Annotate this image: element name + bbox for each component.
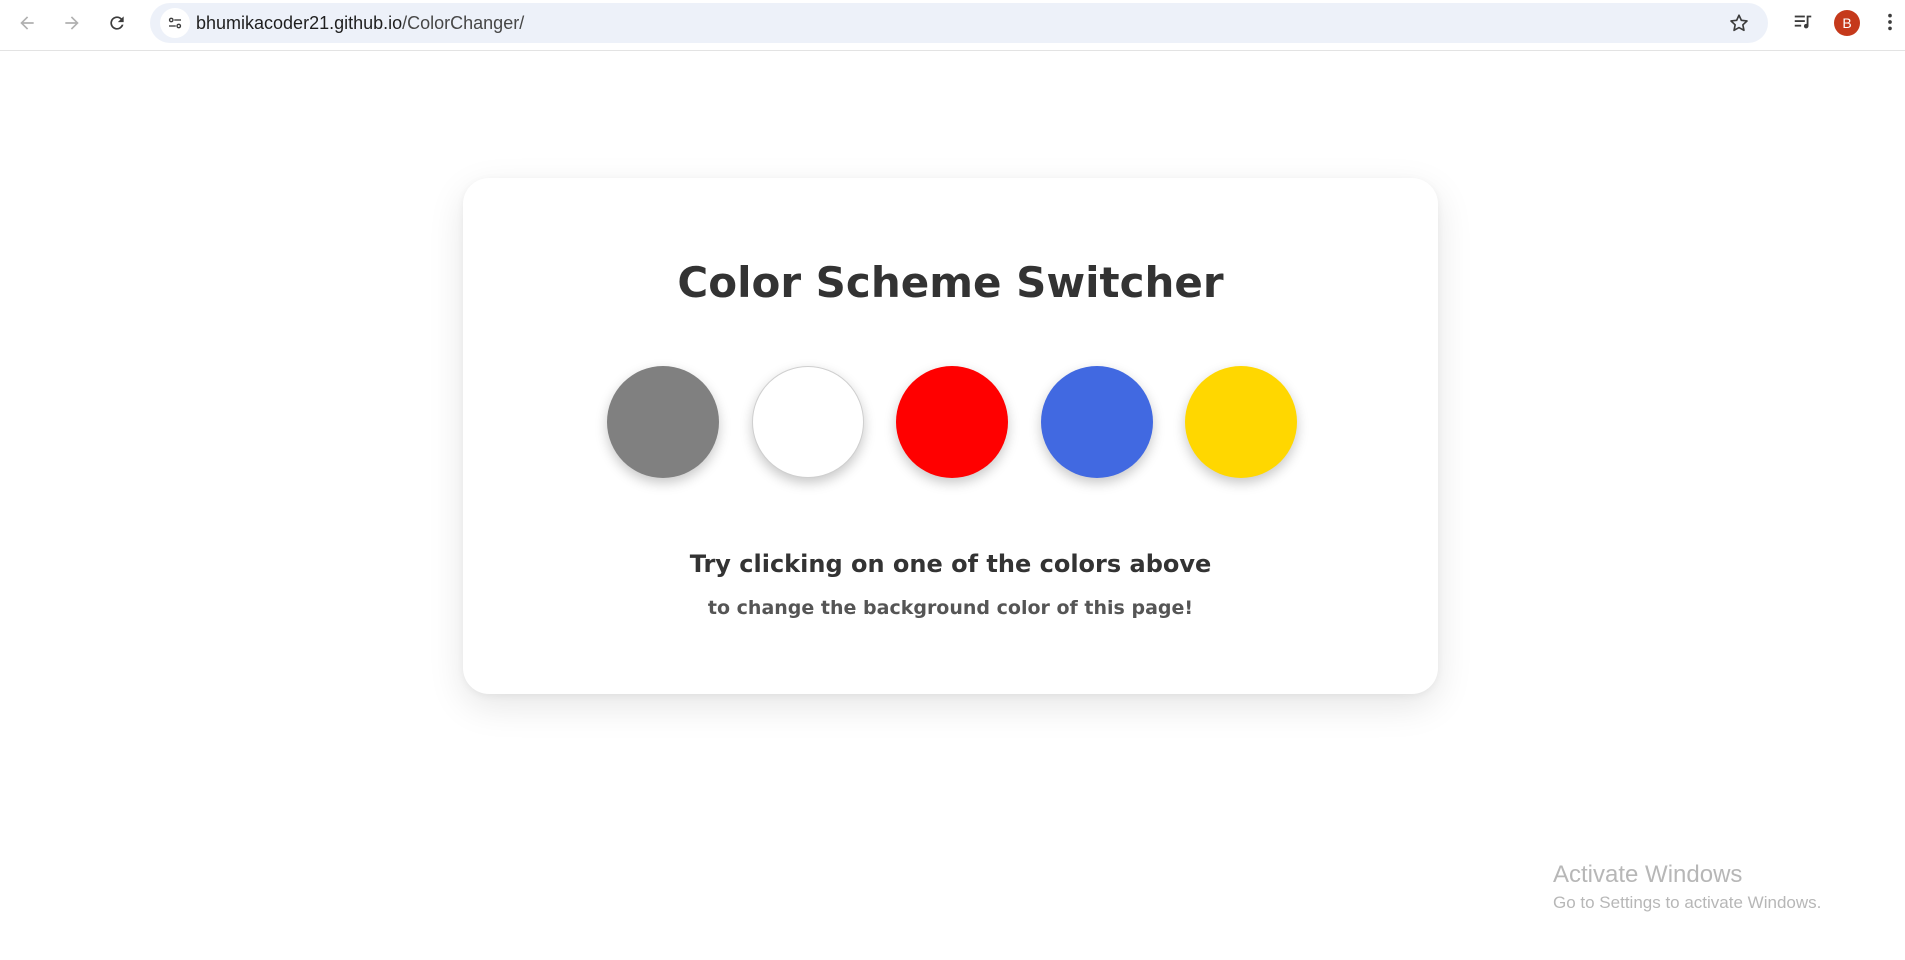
media-playlist-icon	[1794, 15, 1812, 29]
back-button[interactable]	[12, 8, 42, 38]
kebab-menu-icon	[1888, 13, 1892, 31]
windows-activation-watermark: Activate Windows Go to Settings to activ…	[1553, 860, 1821, 916]
browser-menu-button[interactable]	[1880, 9, 1900, 35]
watermark-title: Activate Windows	[1553, 861, 1743, 888]
color-swatch-yellow[interactable]	[1185, 366, 1297, 478]
color-switcher-card: Color Scheme Switcher Try clicking on on…	[463, 178, 1438, 694]
star-icon	[1730, 14, 1748, 32]
forward-button[interactable]	[57, 8, 87, 38]
url-host: bhumikacoder21.github.io	[196, 13, 403, 33]
reload-icon	[110, 16, 124, 30]
color-swatch-white[interactable]	[751, 366, 864, 478]
url-text[interactable]: bhumikacoder21.github.io/ColorChanger/	[196, 3, 524, 43]
color-swatch-red[interactable]	[896, 366, 1008, 478]
forward-arrow-icon	[65, 16, 79, 30]
page-title: Color Scheme Switcher	[677, 258, 1224, 307]
reload-button[interactable]	[102, 8, 132, 38]
media-controls-button[interactable]	[1790, 9, 1816, 35]
profile-avatar[interactable]: B	[1834, 10, 1860, 36]
browser-toolbar: bhumikacoder21.github.io/ColorChanger/ B	[0, 0, 1905, 51]
color-swatch-row	[607, 366, 1297, 480]
back-arrow-icon	[20, 16, 34, 30]
site-settings-icon[interactable]	[160, 8, 190, 38]
instruction-text: Try clicking on one of the colors above	[689, 550, 1212, 578]
bookmark-button[interactable]	[1728, 12, 1750, 34]
color-swatch-grey[interactable]	[607, 366, 719, 478]
color-swatch-blue[interactable]	[1040, 366, 1153, 478]
instruction-subtext: to change the background color of this p…	[707, 597, 1194, 619]
watermark-subtitle: Go to Settings to activate Windows.	[1553, 893, 1822, 912]
address-bar[interactable]: bhumikacoder21.github.io/ColorChanger/	[150, 3, 1768, 43]
url-path: /ColorChanger/	[402, 13, 525, 33]
